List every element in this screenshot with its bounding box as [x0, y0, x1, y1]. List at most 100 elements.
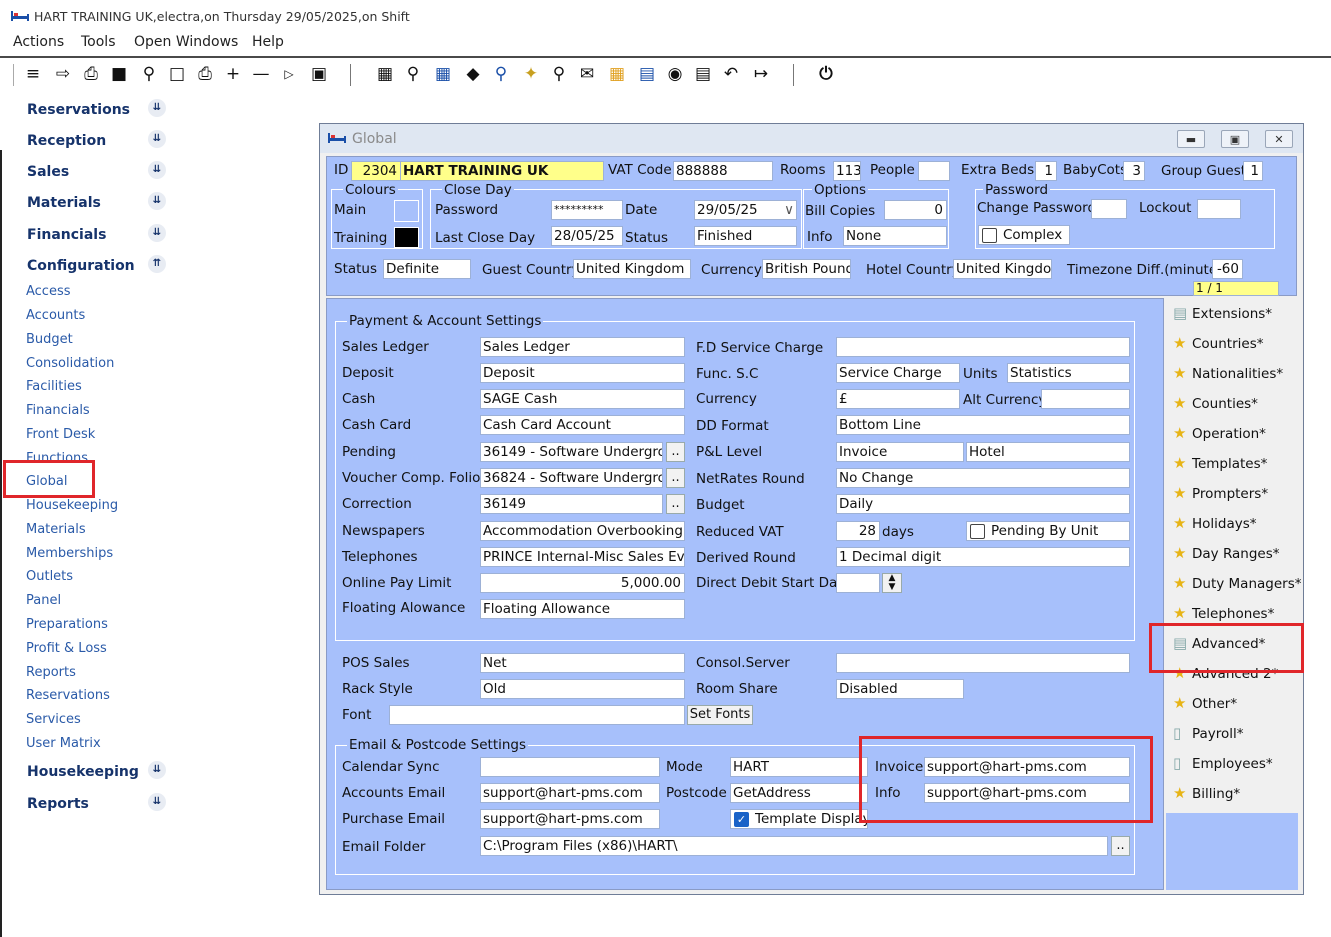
consol-server-field[interactable] [836, 653, 1130, 673]
import-icon[interactable]: ⇨ [52, 63, 74, 85]
form-icon[interactable]: ▤ [636, 63, 658, 85]
restore-button[interactable]: ▣ [1221, 130, 1249, 148]
netrates-round-field[interactable]: No Change [836, 468, 1130, 488]
nav-section-reception[interactable]: Reception ⇊ [20, 127, 177, 155]
tab-countries[interactable]: ★ Countries* [1170, 330, 1298, 358]
list-icon[interactable]: ≡ [22, 63, 44, 85]
remove-icon[interactable]: — [250, 63, 272, 85]
bill-copies-field[interactable]: 0 [884, 200, 947, 220]
config-item-consolidation[interactable]: Consolidation [26, 356, 114, 371]
pending-field[interactable]: 36149 - Software Undergrour [480, 442, 663, 462]
tab-employees[interactable]: ▯ Employees* [1170, 750, 1298, 778]
sales-ledger-field[interactable]: Sales Ledger [480, 337, 685, 357]
close-button[interactable]: ✕ [1265, 130, 1293, 148]
chevron-double-up-icon[interactable]: ⇈ [148, 255, 166, 273]
config-item-financials[interactable]: Financials [26, 403, 90, 418]
units-field[interactable]: Statistics [1007, 363, 1130, 383]
babycots-field[interactable]: 3 [1123, 161, 1145, 181]
change-password-field[interactable] [1091, 199, 1127, 219]
chevron-double-down-icon[interactable]: ⇊ [148, 161, 166, 179]
main-colour-swatch[interactable] [394, 200, 419, 222]
calendar-sync-field[interactable] [480, 757, 660, 777]
fd-service-charge-field[interactable] [836, 337, 1130, 357]
tab-nationalities[interactable]: ★ Nationalities* [1170, 360, 1298, 388]
tab-templates[interactable]: ★ Templates* [1170, 450, 1298, 478]
func-sc-field[interactable]: Service Charge [836, 363, 960, 383]
config-item-access[interactable]: Access [26, 284, 71, 299]
config-item-user-matrix[interactable]: User Matrix [26, 736, 101, 751]
pl-level-field[interactable]: Invoice [836, 442, 964, 462]
calculator-icon[interactable]: ▦ [374, 63, 396, 85]
dd-format-field[interactable]: Bottom Line [836, 415, 1130, 435]
nav-section-materials[interactable]: Materials ⇊ [20, 189, 177, 217]
menu-tools[interactable]: Tools [81, 34, 116, 50]
find-icon[interactable]: ⚲ [402, 63, 424, 85]
newspapers-field[interactable]: Accommodation Overbooking [480, 521, 685, 541]
mode-field[interactable]: HART [730, 757, 868, 777]
config-item-preparations[interactable]: Preparations [26, 617, 108, 632]
mail-icon[interactable]: ✉ [576, 63, 598, 85]
config-item-panel[interactable]: Panel [26, 593, 61, 608]
config-item-profit-loss[interactable]: Profit & Loss [26, 641, 107, 656]
chevron-double-down-icon[interactable]: ⇊ [148, 192, 166, 210]
tab-operation[interactable]: ★ Operation* [1170, 420, 1298, 448]
tab-counties[interactable]: ★ Counties* [1170, 390, 1298, 418]
email-folder-browse-button[interactable]: .. [1111, 836, 1130, 856]
complex-checkbox[interactable] [982, 228, 997, 243]
hotel-name-field[interactable]: HART TRAINING UK [400, 161, 604, 181]
tab-day-ranges[interactable]: ★ Day Ranges* [1170, 540, 1298, 568]
dd-start-day-spinner[interactable]: ▲ ▼ [882, 573, 902, 593]
config-item-housekeeping[interactable]: Housekeeping [26, 498, 118, 513]
config-item-accounts[interactable]: Accounts [26, 308, 85, 323]
chevron-double-down-icon[interactable]: ⇊ [148, 793, 166, 811]
stack-icon[interactable]: ▤ [692, 63, 714, 85]
zoom-icon[interactable]: ⚲ [490, 63, 512, 85]
pl-level-hotel-field[interactable]: Hotel [966, 442, 1130, 462]
chevron-double-down-icon[interactable]: ⇊ [148, 224, 166, 242]
add-icon[interactable]: + [222, 63, 244, 85]
config-item-materials[interactable]: Materials [26, 522, 86, 537]
power-icon[interactable]: ⏻ [815, 63, 837, 85]
template-display-checkbox[interactable]: ✓ [734, 812, 749, 827]
pending-by-unit-field[interactable]: Pending By Unit [966, 521, 1130, 541]
config-item-memberships[interactable]: Memberships [26, 546, 113, 561]
nav-section-housekeeping[interactable]: Housekeeping ⇊ [20, 758, 177, 786]
tab-duty-managers[interactable]: ★ Duty Managers* [1170, 570, 1301, 598]
dd-start-day-field[interactable] [836, 573, 880, 593]
export-icon[interactable]: ▣ [308, 63, 330, 85]
reduced-vat-field[interactable]: 28 [836, 521, 880, 541]
alt-currency-field[interactable] [1041, 389, 1130, 409]
close-day-password-field[interactable]: ********* [551, 200, 623, 220]
lockout-field[interactable] [1197, 199, 1241, 219]
search-icon[interactable]: ⚲ [138, 63, 160, 85]
postcode-field[interactable]: GetAddress [730, 783, 868, 803]
tab-holidays[interactable]: ★ Holidays* [1170, 510, 1298, 538]
correction-lookup-button[interactable]: .. [666, 494, 685, 514]
deposit-field[interactable]: Deposit [480, 363, 685, 383]
payment-currency-field[interactable]: £ [836, 389, 960, 409]
hotel-country-field[interactable]: United Kingdom [953, 259, 1052, 279]
nav-section-reservations[interactable]: Reservations ⇊ [20, 96, 177, 124]
tag-icon[interactable]: ◆ [462, 63, 484, 85]
timezone-field[interactable]: -60 [1212, 259, 1243, 279]
tab-prompters[interactable]: ★ Prompters* [1170, 480, 1298, 508]
save-icon[interactable]: ■ [108, 63, 130, 85]
training-colour-swatch[interactable] [394, 227, 419, 248]
minimize-button[interactable]: ▬ [1177, 130, 1205, 148]
config-item-reports[interactable]: Reports [26, 665, 76, 680]
nav-section-sales[interactable]: Sales ⇊ [20, 158, 177, 186]
pos-sales-field[interactable]: Net [480, 653, 685, 673]
close-day-date-field[interactable]: 29/05/25 ∨ [694, 200, 797, 220]
template-display-field[interactable]: ✓ Template Display [730, 809, 868, 829]
rack-style-field[interactable]: Old [480, 679, 685, 699]
chevron-double-down-icon[interactable]: ⇊ [148, 130, 166, 148]
menu-help[interactable]: Help [252, 34, 284, 50]
id-field[interactable]: 2304 [351, 161, 401, 181]
layout-icon[interactable]: ▦ [606, 63, 628, 85]
disk-icon[interactable]: ◉ [664, 63, 686, 85]
vat-code-field[interactable]: 888888 [673, 161, 773, 181]
print2-icon[interactable]: ⎙ [194, 63, 216, 85]
grid-icon[interactable]: ▦ [432, 63, 454, 85]
group-guests-field[interactable]: 1 [1243, 161, 1263, 181]
info-field[interactable]: None [843, 226, 947, 246]
